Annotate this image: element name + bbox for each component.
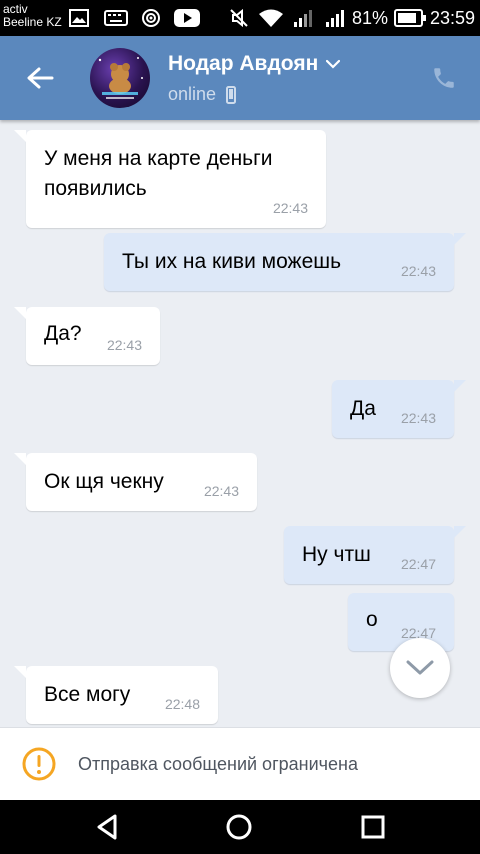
youtube-icon — [174, 8, 200, 28]
message-text: Да — [350, 397, 376, 420]
square-recent-icon — [361, 815, 385, 839]
message-line: У меня на карте деньги — [44, 147, 273, 170]
system-nav-bar — [0, 800, 480, 854]
phone-icon — [434, 68, 454, 88]
status-label: online — [168, 84, 217, 104]
message-bubble-incoming[interactable]: Все могу 22:48 — [14, 666, 218, 724]
scroll-to-bottom-button[interactable] — [390, 638, 450, 698]
bubble-tail — [14, 130, 26, 142]
bubble-tail — [14, 307, 26, 319]
message-time: 22:47 — [400, 556, 436, 572]
message-text: о — [366, 608, 378, 631]
wifi-icon — [258, 8, 284, 28]
arrow-left-icon — [27, 67, 54, 89]
message-text: У меня на карте деньги появились — [44, 144, 273, 204]
message-time: 22:43 — [400, 263, 436, 279]
message-time: 22:43 — [272, 200, 308, 216]
chevron-down-icon — [326, 59, 341, 69]
warning-icon — [22, 747, 56, 781]
status-bar: activ Beeline KZ 81% 23:59 — [0, 0, 480, 36]
contact-status: online — [168, 84, 237, 105]
message-time: 22:43 — [400, 410, 436, 426]
bubble-tail — [454, 233, 466, 245]
carrier-line-2: Beeline KZ — [3, 15, 62, 29]
message-text: Ты их на киви можешь — [122, 250, 342, 273]
back-button[interactable] — [18, 58, 62, 98]
message-line: появились — [44, 177, 147, 200]
chevron-down-icon — [406, 660, 434, 675]
clock: 23:59 — [430, 8, 476, 28]
message-bubble-incoming[interactable]: Да? 22:43 — [14, 307, 160, 365]
message-text: Все могу — [44, 683, 131, 706]
message-text: Да? — [44, 322, 82, 345]
battery-icon — [394, 8, 426, 28]
hotspot-icon — [140, 8, 162, 28]
message-bubble-incoming[interactable]: У меня на карте деньги появились 22:43 — [14, 130, 326, 228]
message-bubble-outgoing[interactable]: Ну чтш 22:47 — [284, 526, 466, 584]
circle-home-icon — [226, 814, 252, 840]
message-time: 22:43 — [203, 483, 239, 499]
message-bubble-incoming[interactable]: Ок щя чекну 22:43 — [14, 453, 257, 511]
message-time: 22:48 — [164, 696, 200, 712]
message-list[interactable]: У меня на карте деньги появились 22:43 Т… — [0, 120, 480, 727]
message-text: Ну чтш — [302, 543, 371, 566]
keyboard-icon — [104, 8, 128, 28]
message-bubble-outgoing[interactable]: Ты их на киви можешь 22:43 — [104, 233, 466, 291]
restriction-text: Отправка сообщений ограничена — [78, 753, 358, 774]
message-time: 22:43 — [106, 337, 142, 353]
nav-back-button[interactable] — [90, 810, 124, 844]
triangle-back-icon — [97, 814, 117, 840]
messaging-restricted-banner: Отправка сообщений ограничена — [0, 727, 480, 800]
bubble-tail — [14, 666, 26, 678]
bubble-tail — [454, 380, 466, 392]
carrier-label: activ Beeline KZ — [3, 3, 62, 29]
nav-home-button[interactable] — [222, 810, 256, 844]
signal-2-icon — [324, 8, 346, 28]
chat-header: Нодар Авдоян online — [0, 36, 480, 120]
battery-percent: 81% — [352, 8, 389, 28]
bubble-tail — [454, 526, 466, 538]
message-text: Ок щя чекну — [44, 470, 164, 493]
call-button[interactable] — [428, 62, 460, 94]
contact-name[interactable]: Нодар Авдоян — [168, 52, 341, 76]
nav-recent-button[interactable] — [356, 810, 390, 844]
contact-name-label: Нодар Авдоян — [168, 52, 319, 75]
image-notification-icon — [68, 8, 90, 28]
message-bubble-outgoing[interactable]: Да 22:43 — [332, 380, 466, 438]
avatar[interactable] — [90, 48, 150, 108]
message-bubble-outgoing[interactable]: о 22:47 — [348, 593, 454, 651]
signal-1-icon — [292, 8, 314, 28]
bubble-tail — [14, 453, 26, 465]
mobile-device-icon — [226, 85, 237, 104]
mute-icon — [228, 8, 250, 28]
